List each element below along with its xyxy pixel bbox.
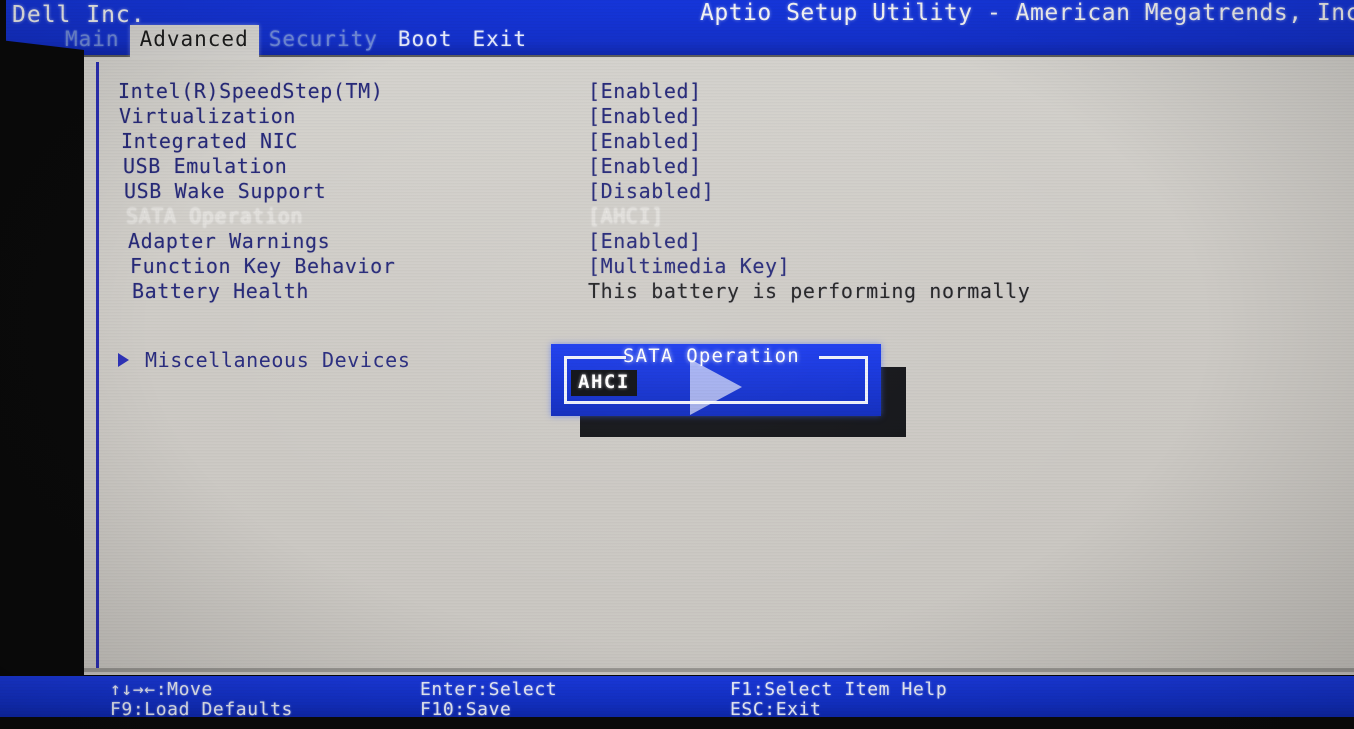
setting-value[interactable]: [Enabled] [588, 154, 702, 178]
settings-list: Intel(R)SpeedStep(TM) [Enabled] Virtuali… [118, 78, 1268, 303]
setting-label: SATA Operation [126, 203, 303, 228]
tab-strip: Main Advanced Security Boot Exit [55, 25, 537, 57]
dialog-title: SATA Operation [623, 345, 800, 367]
setting-label: USB Wake Support [124, 178, 327, 203]
setting-row-usb-wake-support[interactable]: USB Wake Support [Disabled] [118, 178, 1268, 203]
setting-value: This battery is performing normally [588, 278, 1031, 303]
tab-advanced[interactable]: Advanced [129, 25, 259, 57]
setting-row-usb-emulation[interactable]: USB Emulation [Enabled] [118, 153, 1268, 178]
setting-value[interactable]: [Enabled] [588, 229, 702, 253]
status-help-hint: F1:Select Item Help [730, 679, 948, 700]
setting-value[interactable]: [Enabled] [588, 129, 702, 153]
dialog-option-ahci[interactable]: AHCI [571, 370, 637, 396]
setting-label: Battery Health [132, 278, 309, 303]
submenu-miscellaneous-devices[interactable]: Miscellaneous Devices [118, 348, 410, 372]
status-bar: ↑↓→←:Move F9:Load Defaults Enter:Select … [0, 676, 1354, 722]
panel-left-border [96, 62, 99, 672]
sata-operation-dialog[interactable]: SATA Operation AHCI [551, 344, 881, 416]
triangle-right-icon [118, 353, 129, 367]
setting-row-function-key-behavior[interactable]: Function Key Behavior [Multimedia Key] [118, 253, 1268, 278]
setting-label: Integrated NIC [121, 128, 298, 153]
bezel-left [0, 40, 84, 729]
setting-label: Function Key Behavior [130, 253, 396, 278]
dialog-frame-top-left [564, 356, 626, 359]
bezel-bottom [0, 717, 1354, 729]
tab-boot[interactable]: Boot [388, 25, 463, 55]
tab-security[interactable]: Security [259, 25, 388, 55]
panel-bottom-edge [78, 668, 1354, 672]
setting-row-virtualization[interactable]: Virtualization [Enabled] [118, 103, 1268, 128]
status-select-hint: Enter:Select [420, 679, 558, 700]
setting-label: Adapter Warnings [128, 228, 331, 253]
setting-value[interactable]: [Enabled] [588, 79, 702, 103]
setting-row-sata-operation[interactable]: SATA Operation [AHCI] [118, 203, 1268, 228]
bezel-left-top [0, 0, 6, 55]
bios-setup-screen: Dell Inc. Aptio Setup Utility - American… [0, 0, 1354, 729]
setting-label: USB Emulation [123, 153, 288, 178]
setting-value[interactable]: [Multimedia Key] [588, 254, 790, 278]
setting-value[interactable]: [Disabled] [588, 179, 714, 203]
setting-row-speedstep[interactable]: Intel(R)SpeedStep(TM) [Enabled] [118, 78, 1268, 103]
setting-value[interactable]: [AHCI] [588, 204, 664, 228]
setting-row-adapter-warnings[interactable]: Adapter Warnings [Enabled] [118, 228, 1268, 253]
submenu-label: Miscellaneous Devices [145, 348, 411, 372]
photographed-screen: Dell Inc. Aptio Setup Utility - American… [0, 0, 1354, 729]
setting-label: Virtualization [119, 103, 296, 128]
setting-row-battery-health: Battery Health This battery is performin… [118, 278, 1268, 303]
status-move-hint: ↑↓→←:Move [110, 679, 213, 700]
utility-title: Aptio Setup Utility - American Megatrend… [700, 0, 1354, 26]
setting-value[interactable]: [Enabled] [588, 104, 702, 128]
setting-row-integrated-nic[interactable]: Integrated NIC [Enabled] [118, 128, 1268, 153]
setting-label: Intel(R)SpeedStep(TM) [118, 78, 384, 103]
dialog-frame-top-right [819, 356, 868, 359]
tab-exit[interactable]: Exit [462, 25, 537, 55]
